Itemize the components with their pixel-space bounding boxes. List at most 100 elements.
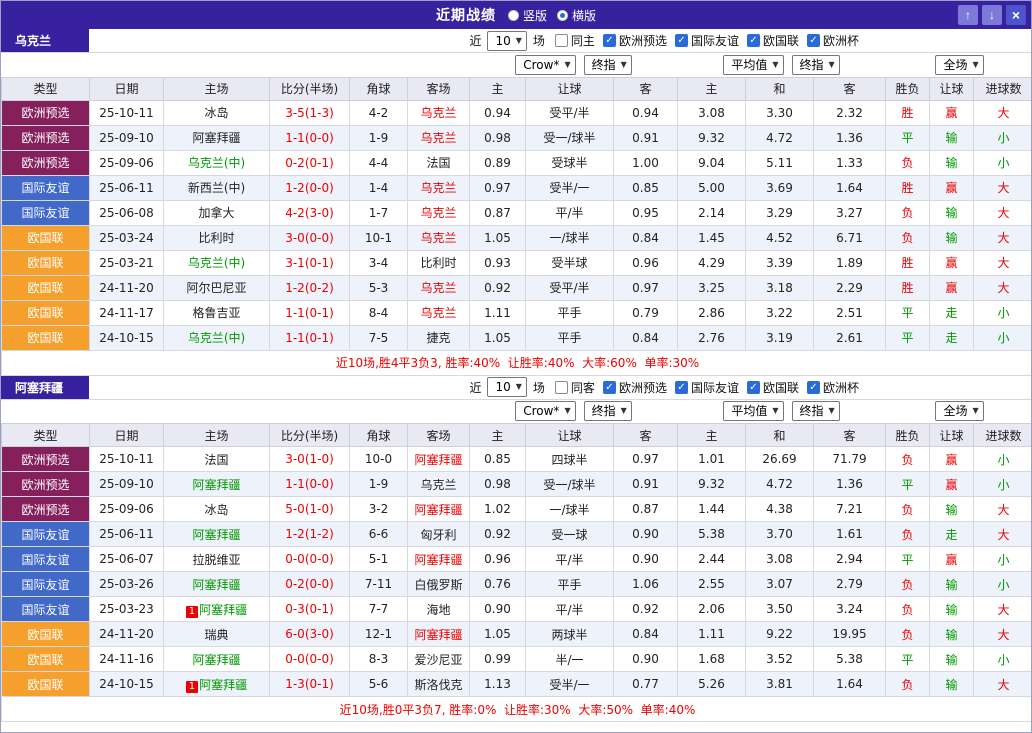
layout-radio-vertical[interactable]: 竖版 <box>508 7 547 24</box>
column-header: 让球 <box>930 424 974 447</box>
avg-select[interactable]: 平均值▼ <box>723 55 783 75</box>
checkbox-icon: ✓ <box>747 34 760 47</box>
match-date: 25-10-11 <box>90 447 164 472</box>
team-name: 阿塞拜疆 <box>1 376 89 399</box>
odds-home: 0.96 <box>470 547 526 572</box>
result-goals: 小 <box>974 647 1032 672</box>
avg-away-odds: 2.29 <box>814 275 886 300</box>
match-score: 1-1(0-0) <box>270 472 350 497</box>
layout-radio-horizontal[interactable]: 横版 <box>557 7 596 24</box>
summary-row: 近10场,胜4平3负3, 胜率:40% 让胜率:40% 大率:60% 单率:30… <box>2 350 1032 375</box>
away-team: 斯洛伐克 <box>408 672 470 697</box>
chevron-down-icon: ▼ <box>516 33 522 49</box>
bookmaker-select[interactable]: Crow*▼ <box>515 55 575 75</box>
match-date: 25-09-06 <box>90 150 164 175</box>
filter-checkbox[interactable]: ✓欧国联 <box>747 32 799 49</box>
handicap-line: 半/一 <box>526 647 614 672</box>
result-handicap: 走 <box>930 300 974 325</box>
corner-score: 1-9 <box>350 472 408 497</box>
match-date: 24-10-15 <box>90 672 164 697</box>
avg-draw-odds: 3.81 <box>746 672 814 697</box>
avg-draw-odds: 3.19 <box>746 325 814 350</box>
odds-dropdowns: Crow*▼ 终指▼ <box>470 400 678 424</box>
avg-stage-select-value: 终指 <box>800 57 824 73</box>
match-type-badge: 国际友谊 <box>2 175 90 200</box>
filter-checkbox[interactable]: 同主 <box>555 32 595 49</box>
match-count-select[interactable]: 10▼ <box>487 377 526 397</box>
result-goals: 大 <box>974 497 1032 522</box>
avg-home-odds: 2.76 <box>678 325 746 350</box>
avg-stage-select[interactable]: 终指▼ <box>792 55 840 75</box>
bookmaker-select[interactable]: Crow*▼ <box>515 401 575 421</box>
match-row: 欧国联25-03-24比利时3-0(0-0)10-1乌克兰1.05一/球半0.8… <box>2 225 1032 250</box>
column-header: 让球 <box>526 424 614 447</box>
avg-away-odds: 71.79 <box>814 447 886 472</box>
result-goals: 小 <box>974 300 1032 325</box>
scope-select[interactable]: 全场▼ <box>935 55 983 75</box>
bookmaker-select-value: Crow* <box>523 57 559 73</box>
match-count-select[interactable]: 10▼ <box>487 31 526 51</box>
odds-home: 0.85 <box>470 447 526 472</box>
result-outcome: 负 <box>886 572 930 597</box>
column-header: 和 <box>746 77 814 100</box>
handicap-line: 平手 <box>526 572 614 597</box>
scope-select[interactable]: 全场▼ <box>935 401 983 421</box>
team-filter-row: 阿塞拜疆近10▼场同客✓欧洲预选✓国际友谊✓欧国联✓欧洲杯 <box>1 376 1031 400</box>
match-row: 国际友谊25-06-08加拿大4-2(3-0)1-7乌克兰0.87平/半0.95… <box>2 200 1032 225</box>
avg-away-odds: 6.71 <box>814 225 886 250</box>
match-score: 1-2(0-2) <box>270 275 350 300</box>
table-foot: 近10场,胜4平3负3, 胜率:40% 让胜率:40% 大率:60% 单率:30… <box>2 350 1032 375</box>
team-section: 乌克兰近10▼场同主✓欧洲预选✓国际友谊✓欧国联✓欧洲杯Crow*▼终指▼平均值… <box>1 29 1031 376</box>
home-team: 加拿大 <box>164 200 270 225</box>
avg-select[interactable]: 平均值▼ <box>723 401 783 421</box>
scroll-up-button[interactable]: ↑ <box>958 5 978 25</box>
home-team: 比利时 <box>164 225 270 250</box>
close-button[interactable]: × <box>1006 5 1026 25</box>
column-header: 角球 <box>350 424 408 447</box>
titlebar-buttons: ↑ ↓ × <box>958 5 1026 25</box>
handicap-line: 受球半 <box>526 150 614 175</box>
column-header: 胜负 <box>886 77 930 100</box>
table-head: Crow*▼终指▼平均值▼终指▼全场▼类型日期主场比分(半场)角球客场主让球客主… <box>2 400 1032 447</box>
filter-checkbox[interactable]: ✓欧洲杯 <box>807 32 859 49</box>
avg-home-odds: 1.68 <box>678 647 746 672</box>
checkbox-label: 国际友谊 <box>691 379 739 396</box>
column-header: 类型 <box>2 424 90 447</box>
away-team: 乌克兰 <box>408 472 470 497</box>
result-handicap: 赢 <box>930 250 974 275</box>
chevron-down-icon: ▼ <box>829 403 835 419</box>
filter-checkbox[interactable]: 同客 <box>555 379 595 396</box>
filter-checkbox[interactable]: ✓欧洲预选 <box>603 379 667 396</box>
away-team: 捷克 <box>408 325 470 350</box>
odds-home: 0.97 <box>470 175 526 200</box>
filter-checkbox[interactable]: ✓欧洲杯 <box>807 379 859 396</box>
handicap-line: 平/半 <box>526 200 614 225</box>
filter-checkbox[interactable]: ✓国际友谊 <box>675 379 739 396</box>
home-team-name: 阿塞拜疆 <box>199 678 247 692</box>
filter-checkbox[interactable]: ✓国际友谊 <box>675 32 739 49</box>
filter-checkbox[interactable]: ✓欧洲预选 <box>603 32 667 49</box>
avg-stage-select[interactable]: 终指▼ <box>792 401 840 421</box>
match-date: 25-09-06 <box>90 497 164 522</box>
away-team: 匈牙利 <box>408 522 470 547</box>
corner-score: 7-11 <box>350 572 408 597</box>
result-goals: 小 <box>974 150 1032 175</box>
match-row: 欧洲预选25-09-10阿塞拜疆1-1(0-0)1-9乌克兰0.98受一/球半0… <box>2 472 1032 497</box>
scroll-down-button[interactable]: ↓ <box>982 5 1002 25</box>
result-handicap: 走 <box>930 522 974 547</box>
avg-away-odds: 2.61 <box>814 325 886 350</box>
match-date: 24-11-17 <box>90 300 164 325</box>
odds-home: 0.89 <box>470 150 526 175</box>
odds-stage-select[interactable]: 终指▼ <box>584 55 632 75</box>
avg-home-odds: 9.04 <box>678 150 746 175</box>
match-type-badge: 欧洲预选 <box>2 125 90 150</box>
dropdown-spacer <box>2 53 470 77</box>
odds-stage-select[interactable]: 终指▼ <box>584 401 632 421</box>
column-header: 主场 <box>164 77 270 100</box>
away-team: 阿塞拜疆 <box>408 622 470 647</box>
filter-checkbox[interactable]: ✓欧国联 <box>747 379 799 396</box>
match-type-badge: 欧国联 <box>2 275 90 300</box>
checkbox-icon: ✓ <box>747 381 760 394</box>
avg-home-odds: 2.14 <box>678 200 746 225</box>
titlebar: 近期战绩 竖版横版 ↑ ↓ × <box>1 1 1031 29</box>
